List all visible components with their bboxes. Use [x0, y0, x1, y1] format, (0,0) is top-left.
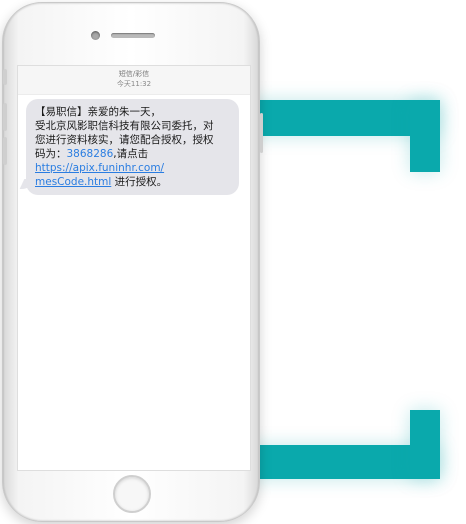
message-line-url: https://apix.funinhr.com/ — [35, 161, 231, 175]
power-button — [260, 113, 263, 153]
decorative-bracket-bottom-leg — [410, 410, 440, 479]
final-suffix: 进行授权。 — [111, 176, 168, 188]
phone-frame: 短信/彩信 今天11:32 【易职信】亲爱的朱一天， 受北京风影职信科技有限公司… — [2, 2, 263, 522]
phone-screen: 短信/彩信 今天11:32 【易职信】亲爱的朱一天， 受北京风影职信科技有限公司… — [17, 65, 251, 471]
volume-up-button — [3, 103, 7, 131]
auth-url-link-part2[interactable]: mesCode.html — [35, 176, 111, 188]
stage: 短信/彩信 今天11:32 【易职信】亲爱的朱一天， 受北京风影职信科技有限公司… — [0, 0, 466, 524]
message-line-final: mesCode.html 进行授权。 — [35, 175, 231, 189]
code-prefix: 码为： — [35, 148, 67, 160]
auth-url-link-part1[interactable]: https://apix.funinhr.com/ — [35, 162, 164, 174]
sender-label: 短信/彩信 — [118, 70, 150, 78]
front-camera-icon — [91, 31, 100, 40]
message-timestamp: 今天11:32 — [116, 80, 152, 88]
home-button[interactable] — [113, 475, 151, 513]
code-suffix: ,请点击 — [113, 148, 149, 160]
auth-code-link[interactable]: 3868286 — [67, 148, 114, 160]
message-line-company: 受北京风影职信科技有限公司委托，对 — [35, 120, 214, 132]
message-line-greeting: 【易职信】亲爱的朱一天， — [35, 106, 161, 118]
earpiece-speaker — [111, 33, 155, 38]
decorative-bracket-top-leg — [410, 100, 440, 172]
mute-switch — [3, 69, 7, 85]
volume-down-button — [3, 137, 7, 165]
message-line-code: 码为：3868286,请点击 — [35, 147, 231, 161]
message-line-request: 您进行资料核实，请您配合授权，授权 — [35, 134, 214, 146]
conversation-header: 短信/彩信 今天11:32 — [18, 66, 250, 95]
message-bubble[interactable]: 【易职信】亲爱的朱一天， 受北京风影职信科技有限公司委托，对 您进行资料核实，请… — [26, 99, 239, 195]
